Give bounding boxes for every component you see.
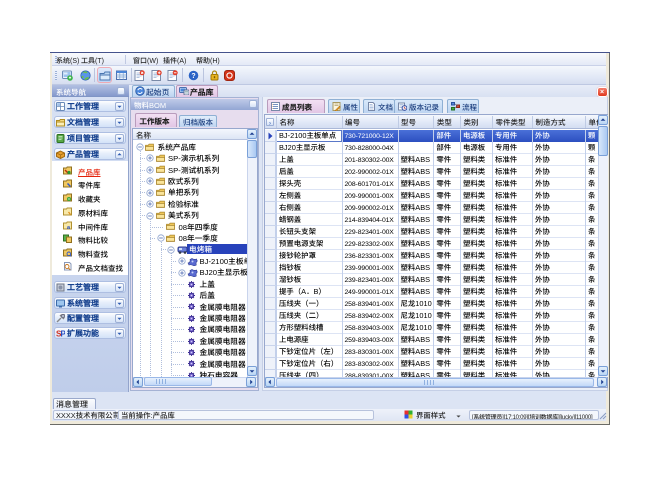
- svg-text:P: P: [61, 329, 66, 338]
- svg-text:?: ?: [191, 73, 195, 80]
